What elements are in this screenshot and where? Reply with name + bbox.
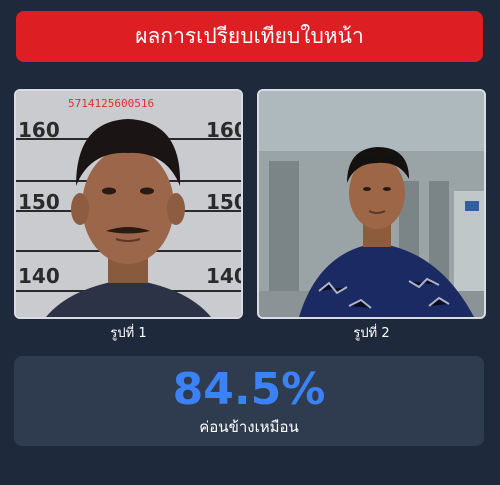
similarity-verdict: ค่อนข้างเหมือน: [199, 418, 299, 436]
photo-1-overlay-number: 5714125600516: [68, 97, 154, 110]
photo-1-image: 160 160 150 150 140 140: [14, 89, 243, 319]
height-mark-160-left: 160: [18, 118, 60, 142]
page-title: ผลการเปรียบเทียบใบหน้า: [135, 24, 364, 48]
height-mark-140-right: 140: [206, 264, 241, 288]
photo-2-caption: รูปที่ 2: [353, 326, 390, 341]
similarity-result-panel: 84.5% ค่อนข้างเหมือน: [14, 356, 484, 446]
photo-1-caption: รูปที่ 1: [110, 326, 147, 341]
photo-2-card: [257, 89, 486, 319]
similarity-score: 84.5%: [172, 364, 326, 415]
page-title-banner: ผลการเปรียบเทียบใบหน้า: [16, 11, 483, 62]
height-mark-150-left: 150: [18, 190, 60, 214]
photo-1-card: 160 160 150 150 140 140: [14, 89, 243, 319]
height-mark-150-right: 150: [206, 190, 241, 214]
height-mark-160-right: 160: [206, 118, 241, 142]
height-mark-140-left: 140: [18, 264, 60, 288]
photo-2-image: [257, 89, 486, 319]
